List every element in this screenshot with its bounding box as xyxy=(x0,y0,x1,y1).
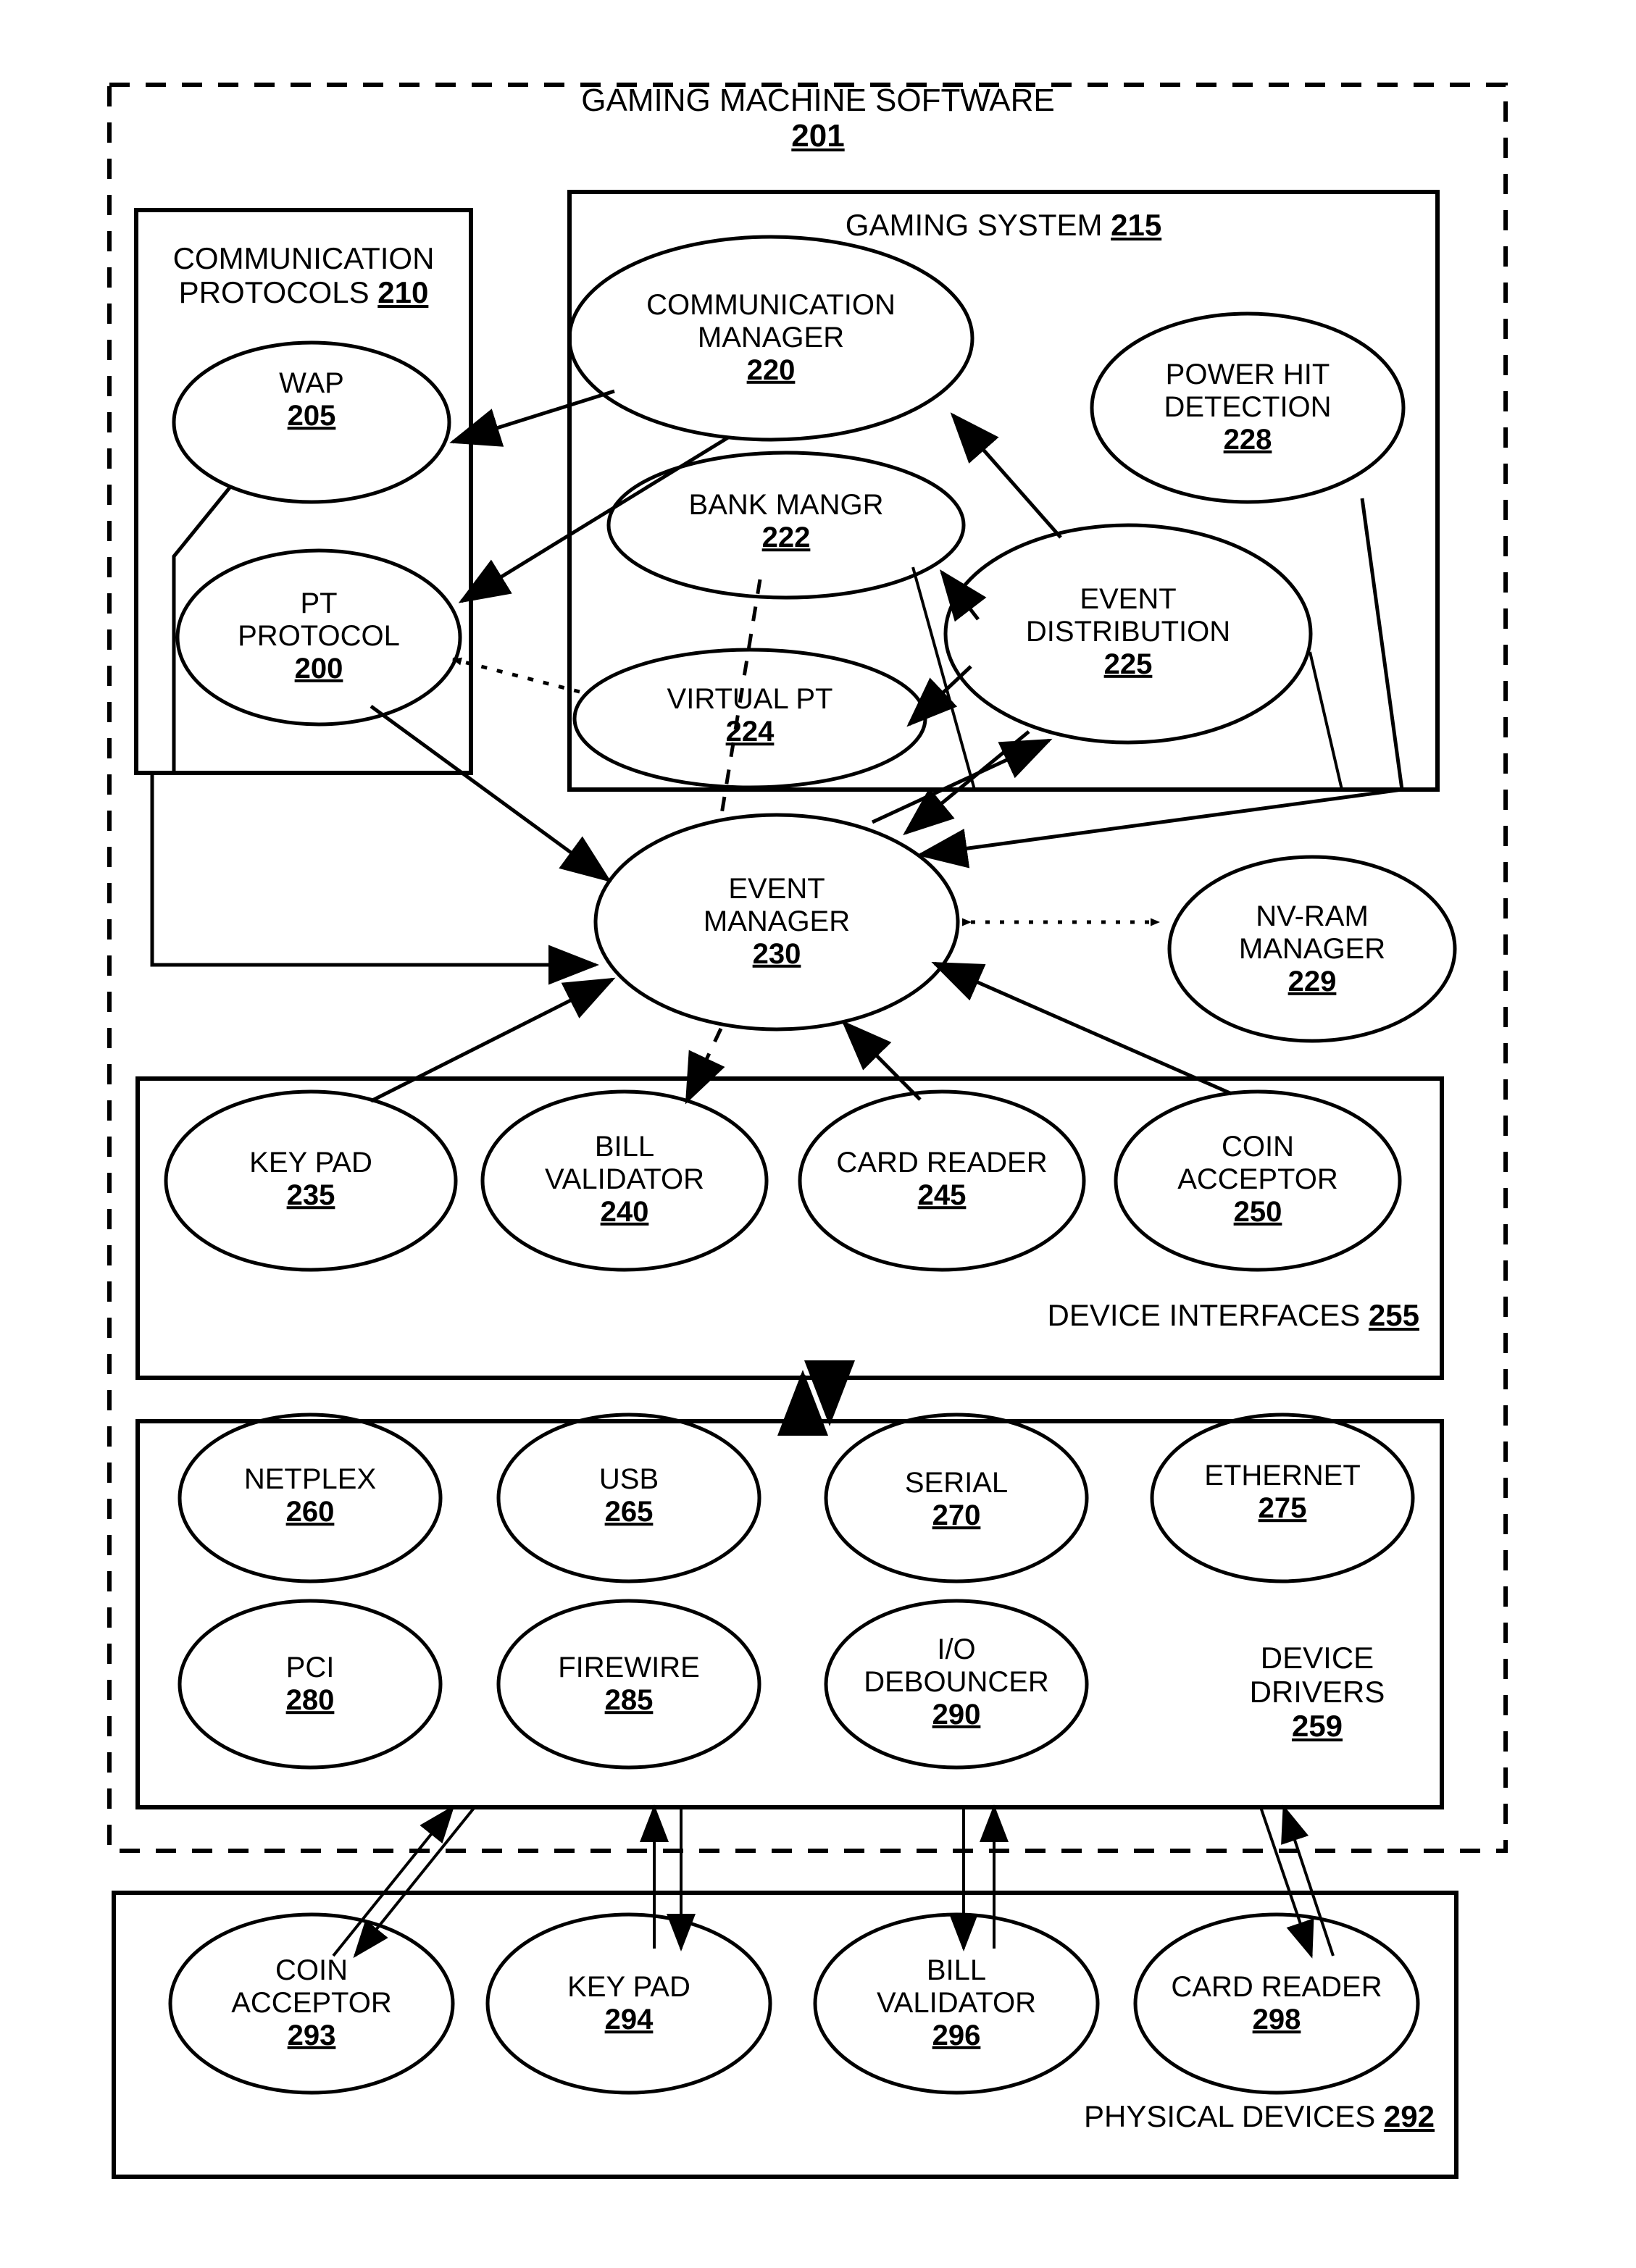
outer-dashed-boundary xyxy=(107,83,1508,1853)
node-virtual-pt xyxy=(572,648,927,790)
edge-drv-coin-down xyxy=(353,1806,476,1959)
communication-protocols-box xyxy=(134,208,473,775)
node-firewire xyxy=(496,1599,761,1770)
device-drivers-box xyxy=(135,1419,1444,1809)
edge-cardreader-eventmgr xyxy=(841,1020,922,1101)
node-bill-validator-if xyxy=(480,1089,769,1272)
node-ethernet xyxy=(1150,1413,1415,1583)
node-pt-protocol xyxy=(175,548,462,727)
edge-commmgr-wap xyxy=(449,389,615,447)
node-io-debouncer xyxy=(824,1599,1089,1770)
edge-coinacceptor-eventmgr xyxy=(931,961,1233,1096)
edge-card-drv-up xyxy=(1281,1804,1335,1957)
edge-coin-drv-up xyxy=(332,1804,455,1957)
edge-keypad-eventmgr xyxy=(370,977,616,1103)
node-card-reader-phys xyxy=(1133,1912,1420,2095)
edge-drv-card-down xyxy=(1259,1807,1314,1959)
edge-eventdist-virtualpt xyxy=(906,665,972,727)
node-pci xyxy=(178,1599,443,1770)
edge-pt-eventmgr xyxy=(370,704,612,882)
node-event-dist xyxy=(943,523,1313,745)
edge-eventmgr-eventdist-up xyxy=(871,738,1053,824)
node-power-hit xyxy=(1090,311,1406,504)
device-interfaces-box xyxy=(135,1076,1444,1380)
node-nvram-manager xyxy=(1167,855,1457,1043)
edge-eventdist-commmgr xyxy=(950,412,1062,539)
node-usb xyxy=(496,1413,761,1583)
node-card-reader-if xyxy=(798,1089,1086,1272)
node-serial xyxy=(824,1413,1089,1583)
physical-devices-box xyxy=(112,1891,1458,2179)
edge-eventdist-eventmgr-down xyxy=(903,730,1030,836)
edge-bankmgr-eventmgr xyxy=(719,579,762,819)
node-key-pad-if xyxy=(164,1089,458,1272)
node-key-pad-phys xyxy=(485,1912,772,2095)
edge-commprot-eventmgr xyxy=(150,773,599,985)
gaming-system-box xyxy=(567,190,1440,792)
edge-commmgr-pt xyxy=(458,435,730,603)
node-bill-validator-phys xyxy=(813,1912,1100,2095)
node-wap xyxy=(172,340,451,504)
node-coin-acceptor-phys xyxy=(168,1912,455,2095)
node-netplex xyxy=(178,1413,443,1583)
edge-eventmgr-billvalidator xyxy=(685,1027,725,1105)
diagram-canvas xyxy=(107,83,1508,2179)
node-comm-manager xyxy=(567,235,974,442)
edge-powerhit-eventmgr xyxy=(917,498,1404,869)
node-coin-acceptor-if xyxy=(1114,1089,1402,1272)
node-bank-mangr xyxy=(606,451,966,600)
edge-eventdist-out xyxy=(1309,651,1343,790)
node-event-manager xyxy=(593,813,960,1032)
line-wap-box-left xyxy=(172,485,232,773)
patent-figure: GAMING MACHINE SOFTWARE 201 COMMUNICATIO… xyxy=(0,0,1636,2268)
